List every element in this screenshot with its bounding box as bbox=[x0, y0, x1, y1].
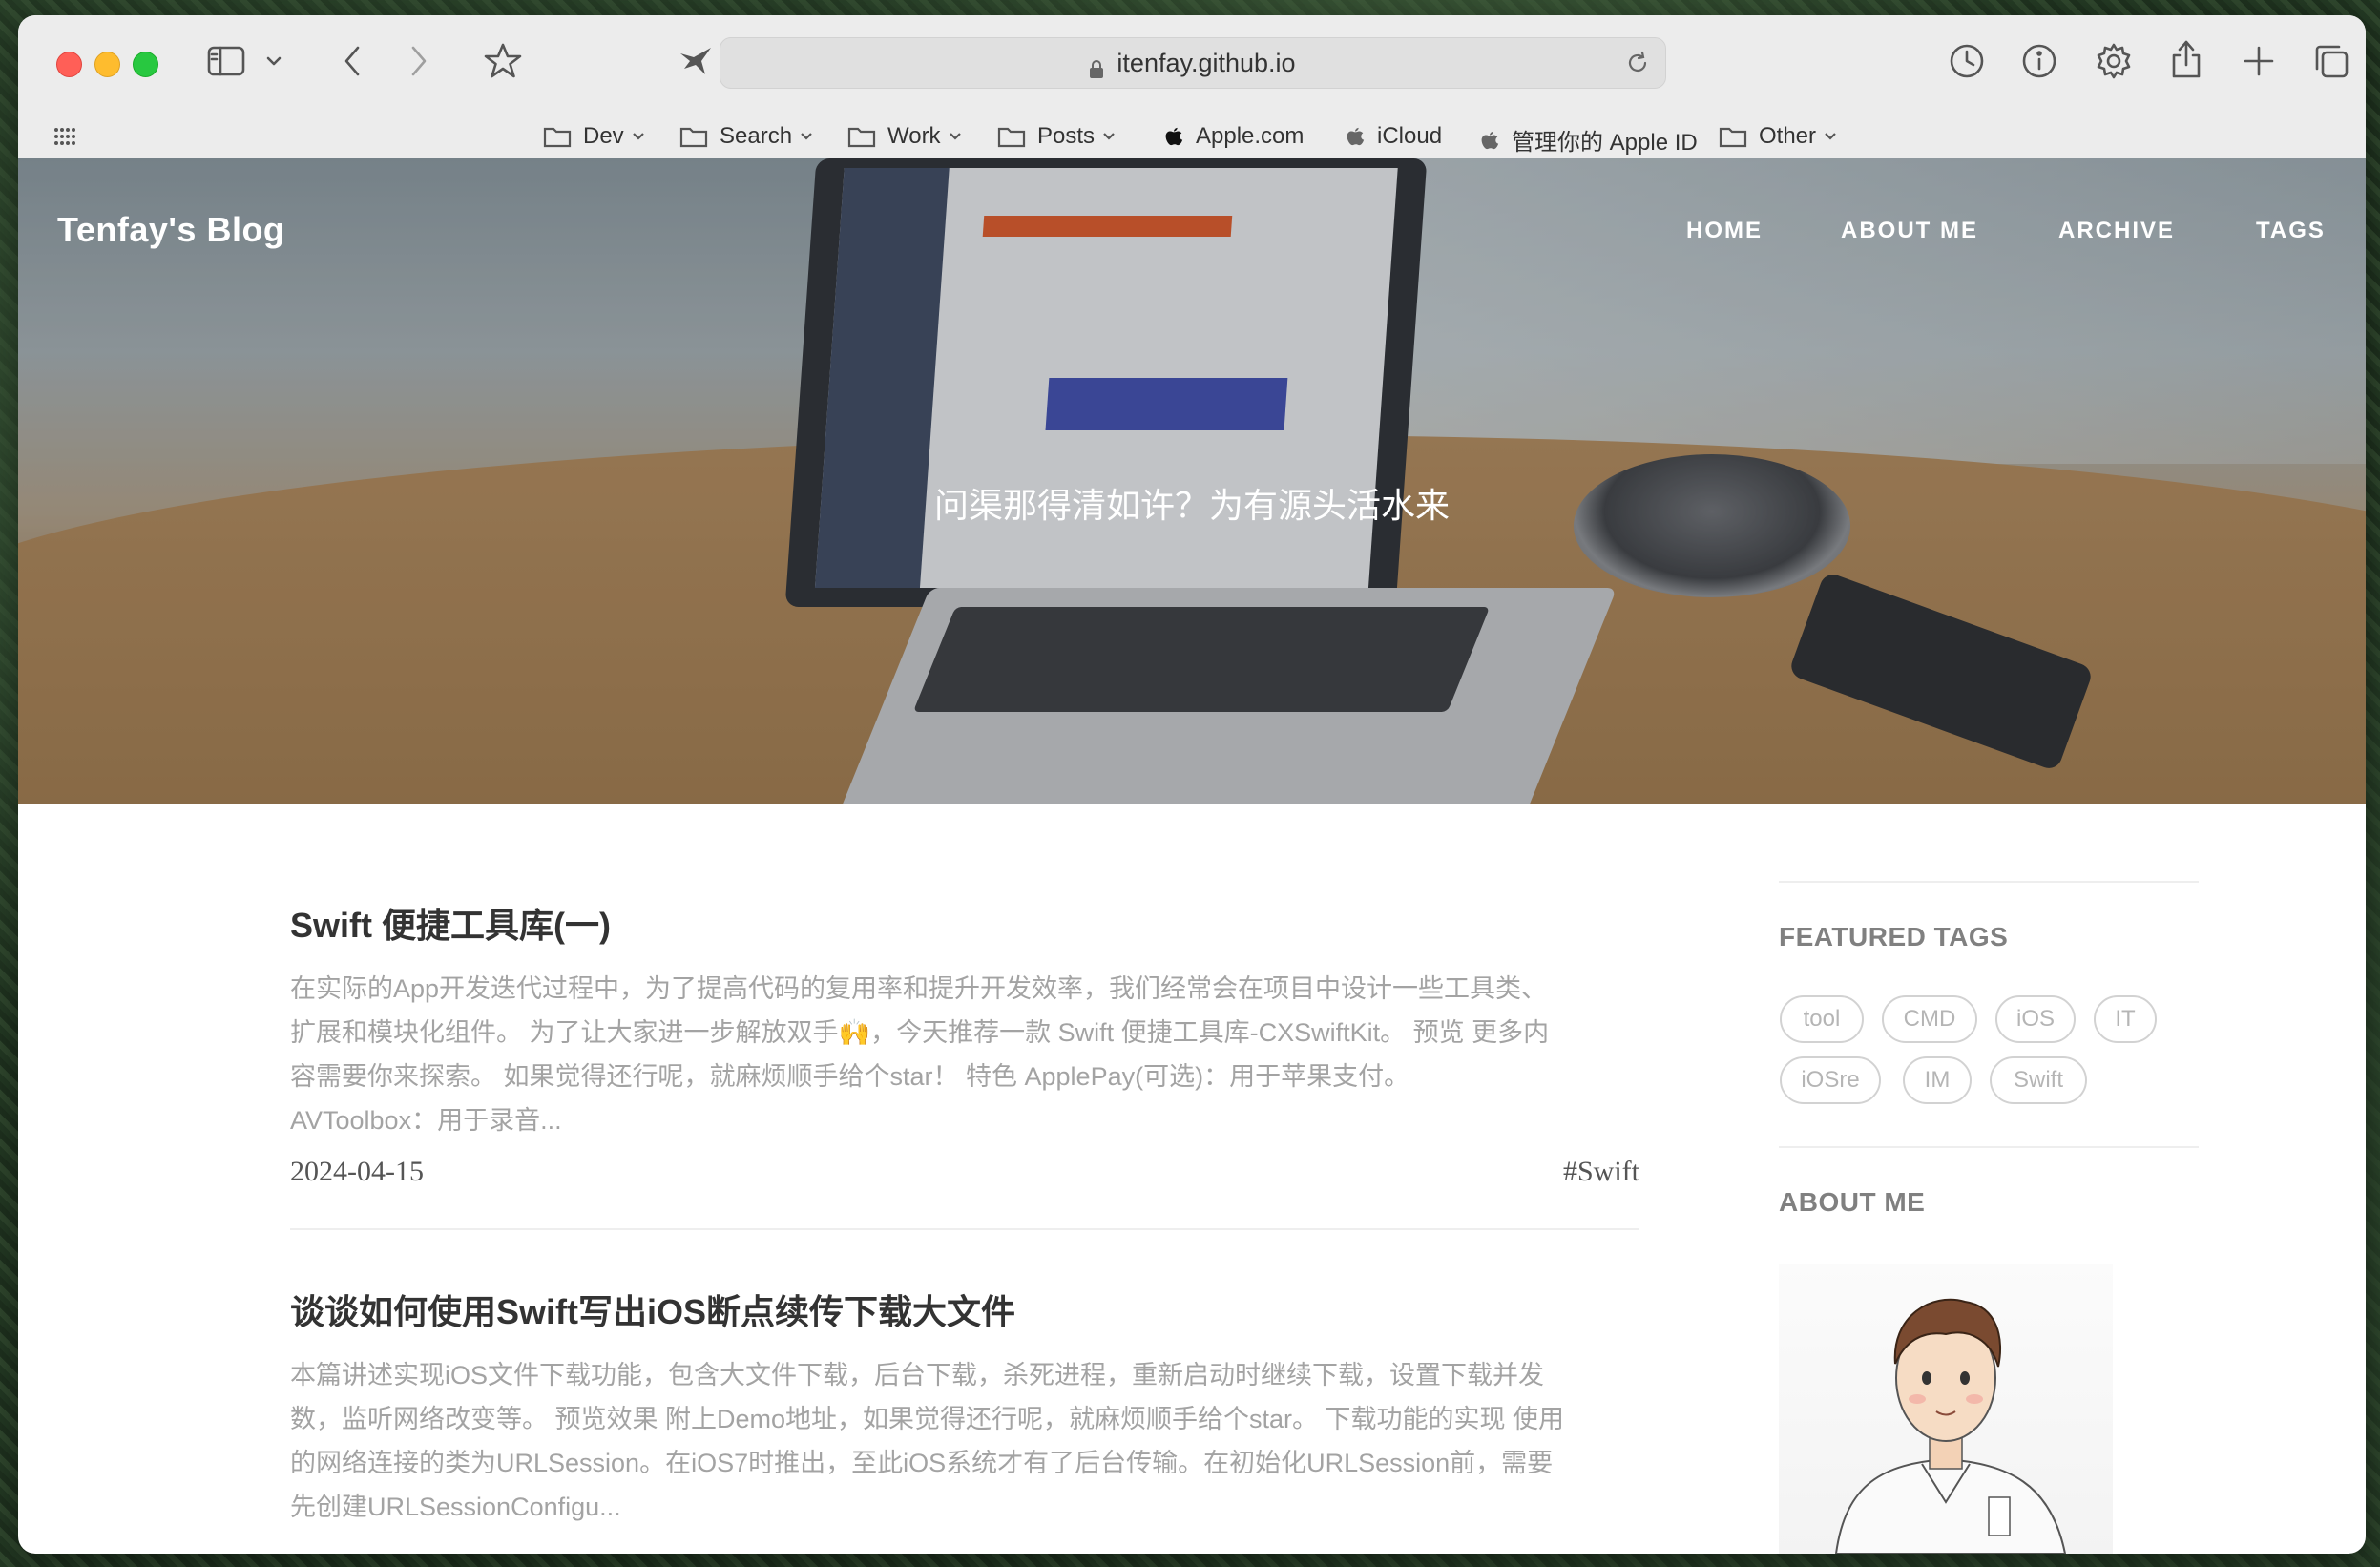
new-tab-plus-icon[interactable] bbox=[2238, 40, 2280, 82]
bookmark-folder-posts[interactable]: Posts bbox=[997, 123, 1116, 150]
folder-icon bbox=[847, 127, 876, 148]
post-date: 2024-04-15 bbox=[290, 1156, 424, 1187]
nav-tags[interactable]: TAGS bbox=[2256, 218, 2326, 244]
tag-ios[interactable]: iOS bbox=[1995, 995, 2076, 1043]
chevron-down-icon bbox=[801, 133, 812, 140]
bookmark-apple-com[interactable]: Apple.com bbox=[1163, 123, 1304, 150]
chevron-down-icon bbox=[1825, 133, 1836, 140]
post-item: Swift 便捷工具库(一) 在实际的App开发迭代过程中，为了提高代码的复用率… bbox=[290, 898, 1639, 1188]
folder-icon bbox=[679, 127, 708, 148]
post-title[interactable]: 谈谈如何使用Swift写出iOS断点续传下载大文件 bbox=[290, 1285, 1639, 1334]
post-excerpt[interactable]: 在实际的App开发迭代过程中，为了提高代码的复用率和提升开发效率，我们经常会在项… bbox=[290, 967, 1639, 1142]
sidebar-toggle-icon[interactable] bbox=[205, 40, 247, 82]
reload-icon[interactable] bbox=[1625, 51, 1650, 82]
post-divider bbox=[290, 1228, 1639, 1230]
star-icon[interactable] bbox=[482, 40, 524, 82]
chevron-down-icon bbox=[949, 133, 961, 140]
tag-cmd[interactable]: CMD bbox=[1882, 995, 1977, 1043]
bookmark-folder-other[interactable]: Other bbox=[1719, 123, 1837, 150]
back-button[interactable] bbox=[333, 40, 371, 82]
chevron-down-icon bbox=[632, 133, 644, 140]
extension-bird-icon[interactable] bbox=[675, 42, 717, 80]
about-me-title: ABOUT ME bbox=[1779, 1187, 1926, 1217]
chevron-down-icon bbox=[1103, 133, 1115, 140]
post-item: 谈谈如何使用Swift写出iOS断点续传下载大文件 本篇讲述实现iOS文件下载功… bbox=[290, 1285, 1639, 1529]
site-brand[interactable]: Tenfay's Blog bbox=[57, 210, 284, 250]
forward-button[interactable] bbox=[400, 40, 438, 82]
nav-about-me[interactable]: ABOUT ME bbox=[1841, 218, 1978, 244]
gear-icon[interactable] bbox=[2093, 40, 2135, 82]
sidebar-divider bbox=[1779, 1146, 2199, 1148]
close-window-button[interactable] bbox=[56, 52, 82, 77]
post-tag-link[interactable]: #Swift bbox=[1563, 1156, 1639, 1188]
lock-icon bbox=[1090, 56, 1104, 78]
nav-archive[interactable]: ARCHIVE bbox=[2058, 218, 2175, 244]
bookmark-folder-search[interactable]: Search bbox=[679, 123, 813, 150]
sidebar-divider bbox=[1779, 881, 2199, 883]
tag-tool[interactable]: tool bbox=[1780, 995, 1864, 1043]
bookmark-apple-id[interactable]: 管理你的 Apple ID bbox=[1479, 123, 1698, 157]
bookmark-icloud[interactable]: iCloud bbox=[1345, 123, 1442, 150]
url-text: itenfay.github.io bbox=[1117, 48, 1296, 77]
featured-tags-title: FEATURED TAGS bbox=[1779, 922, 2009, 951]
tab-overview-icon[interactable] bbox=[2310, 40, 2352, 82]
minimize-window-button[interactable] bbox=[94, 52, 120, 77]
browser-window: itenfay.github.io Dev Search Work Posts … bbox=[18, 15, 2366, 1554]
apple-logo-icon bbox=[1481, 131, 1499, 149]
post-meta: 2024-04-15 #Swift bbox=[290, 1156, 1639, 1188]
bookmark-folder-work[interactable]: Work bbox=[847, 123, 962, 150]
post-excerpt[interactable]: 本篇讲述实现iOS文件下载功能，包含大文件下载，后台下载，杀死进程，重新启动时继… bbox=[290, 1353, 1639, 1529]
apple-logo-icon bbox=[1347, 127, 1365, 146]
chevron-down-icon[interactable] bbox=[262, 50, 285, 73]
address-bar[interactable]: itenfay.github.io bbox=[720, 37, 1666, 89]
folder-icon bbox=[1719, 127, 1747, 148]
post-title[interactable]: Swift 便捷工具库(一) bbox=[290, 898, 1639, 948]
tag-it[interactable]: IT bbox=[2094, 995, 2157, 1043]
nav-home[interactable]: HOME bbox=[1686, 218, 1763, 244]
apps-grid-icon[interactable] bbox=[51, 122, 79, 151]
tag-iosre[interactable]: iOSre bbox=[1780, 1056, 1881, 1104]
tag-swift[interactable]: Swift bbox=[1990, 1056, 2087, 1104]
site-tagline: 问渠那得清如许？为有源头活水来 bbox=[933, 486, 1450, 525]
folder-icon bbox=[997, 127, 1026, 148]
browser-toolbar: itenfay.github.io Dev Search Work Posts … bbox=[18, 15, 2366, 159]
zoom-window-button[interactable] bbox=[133, 52, 158, 77]
share-icon[interactable] bbox=[2165, 36, 2207, 82]
avatar bbox=[1779, 1264, 2113, 1554]
bookmark-folder-dev[interactable]: Dev bbox=[543, 123, 645, 150]
info-icon[interactable] bbox=[2018, 40, 2060, 82]
folder-icon bbox=[543, 127, 572, 148]
tag-im[interactable]: IM bbox=[1903, 1056, 1972, 1104]
history-clock-icon[interactable] bbox=[1946, 40, 1988, 82]
apple-logo-icon bbox=[1165, 127, 1183, 146]
